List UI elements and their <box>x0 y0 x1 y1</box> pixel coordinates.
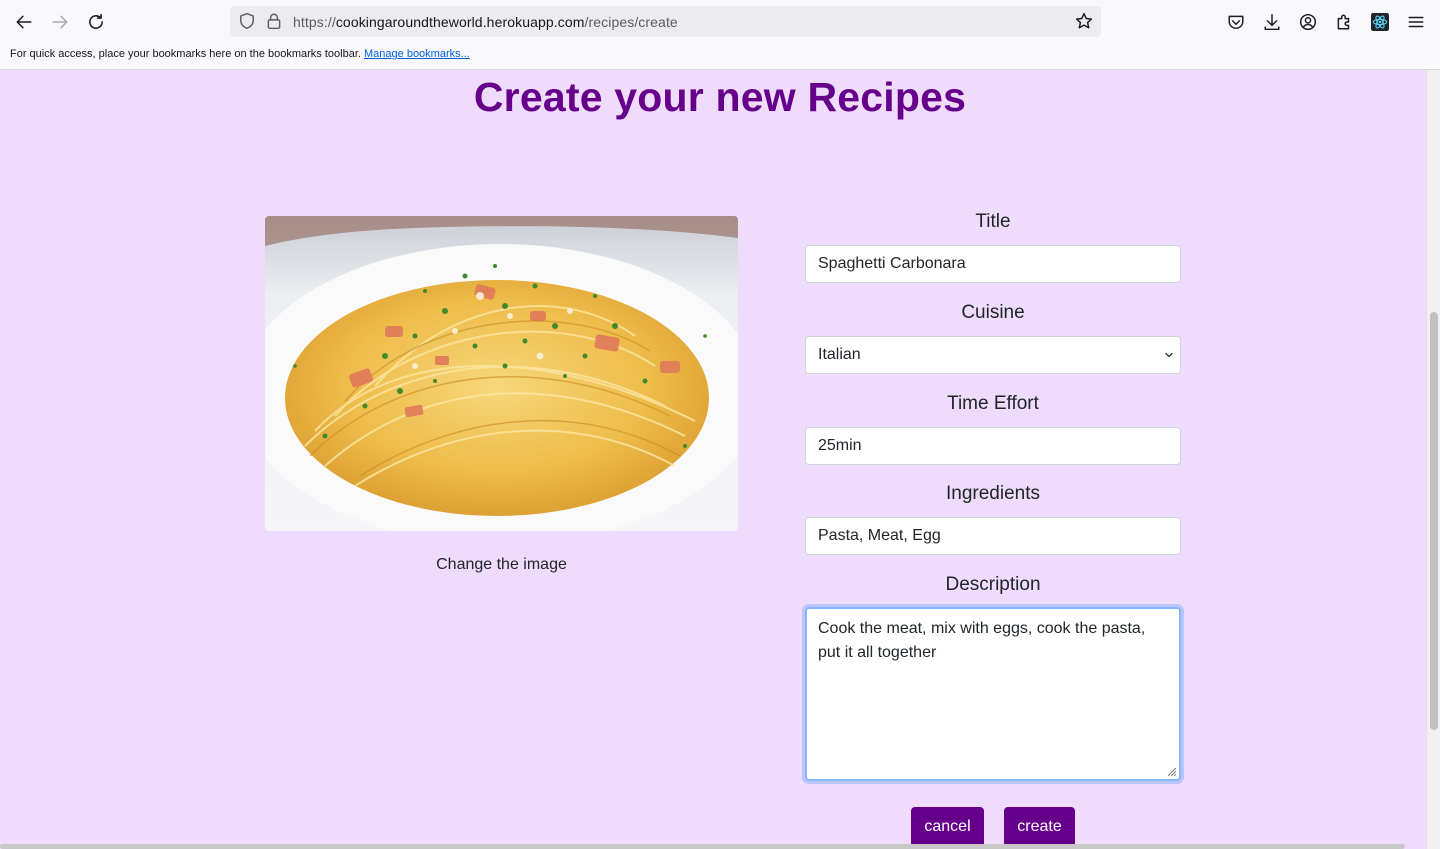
cuisine-label: Cuisine <box>961 302 1025 323</box>
star-icon[interactable] <box>1075 12 1093 30</box>
back-button[interactable] <box>10 8 38 36</box>
cuisine-select-value: Italian <box>818 346 861 363</box>
title-input-value: Spaghetti Carbonara <box>818 255 966 272</box>
account-button[interactable] <box>1294 8 1322 36</box>
title-label: Title <box>975 211 1011 232</box>
reload-icon <box>89 13 103 29</box>
recipe-image[interactable] <box>265 216 738 531</box>
manage-bookmarks-link[interactable]: Manage bookmarks... <box>364 48 470 60</box>
chevron-down-icon <box>1165 352 1173 358</box>
create-button[interactable]: create <box>1004 807 1075 847</box>
bookmarks-message: For quick access, place your bookmarks h… <box>10 48 470 60</box>
extensions-button[interactable] <box>1330 8 1358 36</box>
hamburger-menu-icon <box>1408 16 1424 28</box>
spaghetti-carbonara-image <box>265 216 738 531</box>
ingredients-label: Ingredients <box>945 483 1040 504</box>
change-image-label[interactable]: Change the image <box>265 556 738 574</box>
cancel-button[interactable]: cancel <box>911 807 984 847</box>
download-icon <box>1264 13 1280 31</box>
bookmarks-toolbar: For quick access, place your bookmarks h… <box>0 44 1440 70</box>
lock-icon[interactable] <box>265 12 283 30</box>
description-textarea-value: Cook the meat, mix with eggs, cook the p… <box>818 620 1146 661</box>
address-bar[interactable]: https://cookingaroundtheworld.herokuapp.… <box>230 6 1101 37</box>
title-input[interactable]: Spaghetti Carbonara <box>805 245 1181 283</box>
puzzle-icon <box>1337 14 1350 30</box>
pocket-icon <box>1228 15 1244 29</box>
description-label: Description <box>945 574 1041 595</box>
description-textarea[interactable]: Cook the meat, mix with eggs, cook the p… <box>805 607 1181 781</box>
shield-icon[interactable] <box>238 12 256 30</box>
url-host: cookingaroundtheworld.herokuapp.com <box>335 14 585 30</box>
ingredients-input-value: Pasta, Meat, Egg <box>818 527 941 544</box>
account-icon <box>1299 13 1317 31</box>
url-text[interactable]: https://cookingaroundtheworld.herokuapp.… <box>293 14 678 30</box>
arrow-left-icon <box>16 15 32 29</box>
cuisine-select[interactable]: Italian <box>805 336 1181 374</box>
page-title: Create your new Recipes <box>473 74 967 120</box>
app-menu-button[interactable] <box>1402 8 1430 36</box>
time-effort-input-value: 25min <box>818 437 862 454</box>
react-devtools-button[interactable] <box>1366 8 1394 36</box>
reload-button[interactable] <box>82 8 110 36</box>
arrow-right-icon <box>52 15 68 29</box>
vertical-scrollbar[interactable] <box>1426 70 1440 849</box>
pocket-button[interactable] <box>1222 8 1250 36</box>
ingredients-input[interactable]: Pasta, Meat, Egg <box>805 517 1181 555</box>
url-prefix: https:// <box>293 14 336 30</box>
resize-grip-icon[interactable] <box>1165 765 1177 777</box>
forward-button[interactable] <box>46 8 74 36</box>
react-devtools-icon <box>1371 13 1389 31</box>
browser-toolbar: https://cookingaroundtheworld.herokuapp.… <box>0 0 1440 44</box>
time-effort-label: Time Effort <box>947 393 1039 414</box>
time-effort-input[interactable]: 25min <box>805 427 1181 465</box>
url-path: /recipes/create <box>584 14 678 30</box>
bookmarks-hint-text: For quick access, place your bookmarks h… <box>10 48 361 60</box>
downloads-button[interactable] <box>1258 8 1286 36</box>
page-content: Create your new Recipes Change the image… <box>0 70 1426 849</box>
horizontal-scrollbar[interactable] <box>0 844 1405 849</box>
scrollbar-thumb[interactable] <box>1430 312 1438 730</box>
